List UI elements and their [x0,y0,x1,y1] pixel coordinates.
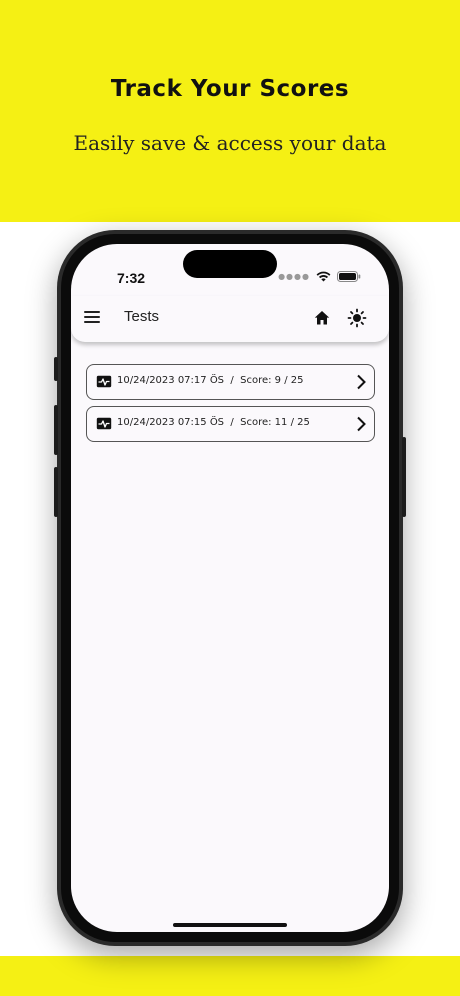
bottom-banner [0,956,460,996]
promo-headline: Track Your Scores [110,76,350,102]
test-datetime: 10/24/2023 07:15 ÖS [117,417,225,428]
power-button [402,437,406,517]
test-score: Score: 9 / 25 [240,375,304,386]
cellular-dots-icon: ●●●● [278,272,310,281]
test-datetime: 10/24/2023 07:17 ÖS [117,375,225,386]
wifi-icon [316,271,331,282]
chevron-right-icon [357,374,366,390]
home-icon[interactable] [313,309,331,327]
test-list-item[interactable]: 10/24/2023 07:15 ÖS / Score: 11 / 25 [86,406,375,442]
menu-icon[interactable] [84,311,100,325]
action-button [54,357,58,381]
volume-up-button [54,405,58,455]
phone-screen: 7:32 ●●●● Tests 10/24/2023 07:17 ÖS / Sc… [71,244,389,932]
status-time: 7:32 [117,270,146,286]
separator: / [230,417,234,428]
activity-icon [96,375,112,388]
chevron-right-icon [357,416,366,432]
battery-icon [337,271,361,282]
test-score: Score: 11 / 25 [240,417,310,428]
app-bar: Tests [71,296,389,342]
volume-down-button [54,467,58,517]
activity-icon [96,417,112,430]
test-item-text: 10/24/2023 07:17 ÖS / Score: 9 / 25 [117,375,304,386]
test-list-item[interactable]: 10/24/2023 07:17 ÖS / Score: 9 / 25 [86,364,375,400]
test-item-text: 10/24/2023 07:15 ÖS / Score: 11 / 25 [117,417,310,428]
phone-frame: 7:32 ●●●● Tests 10/24/2023 07:17 ÖS / Sc… [54,230,406,946]
brightness-icon[interactable] [347,308,367,328]
separator: / [230,375,234,386]
page-title: Tests [124,308,160,325]
status-icons: ●●●● [278,271,361,282]
promo-subline: Easily save & access your data [73,131,387,155]
home-indicator[interactable] [173,923,287,927]
promo-banner: Track Your Scores Easily save & access y… [0,0,460,222]
test-list: 10/24/2023 07:17 ÖS / Score: 9 / 25 10/2… [86,364,375,448]
dynamic-island [183,250,277,278]
